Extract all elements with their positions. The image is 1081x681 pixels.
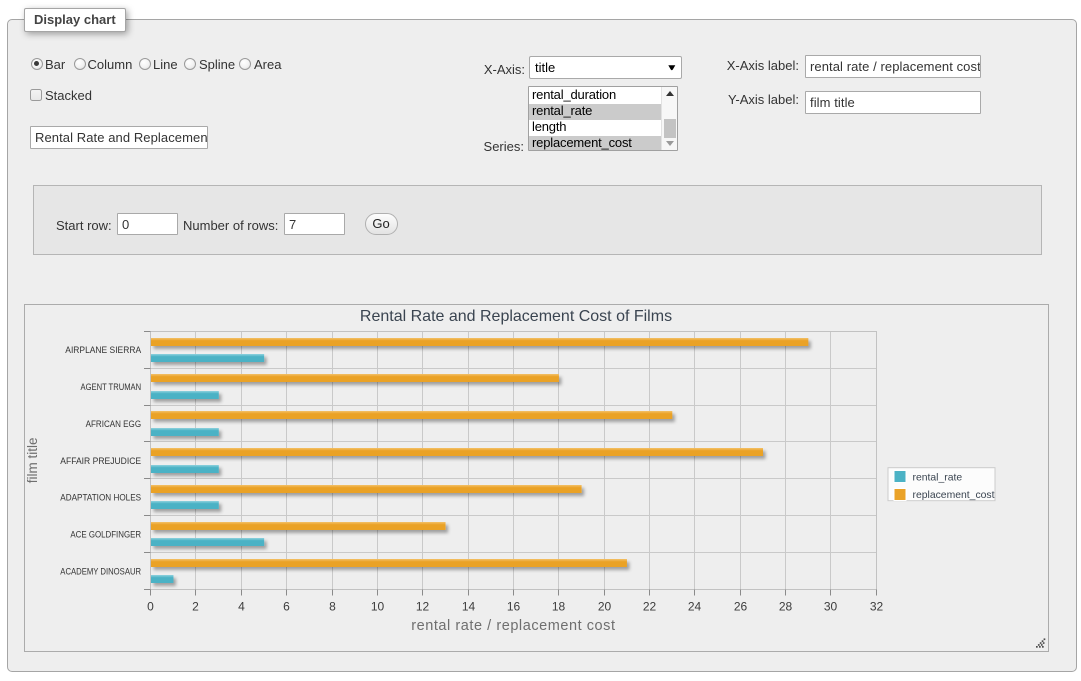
svg-text:28: 28: [779, 599, 793, 613]
svg-text:2: 2: [192, 599, 199, 613]
svg-text:rental_rate: rental_rate: [913, 472, 963, 483]
svg-text:8: 8: [329, 599, 336, 613]
svg-text:4: 4: [238, 599, 245, 613]
svg-text:26: 26: [734, 599, 748, 613]
svg-text:film title: film title: [25, 438, 40, 484]
svg-text:ACE GOLDFINGER: ACE GOLDFINGER: [70, 530, 141, 541]
svg-text:16: 16: [507, 599, 521, 613]
svg-text:AIRPLANE SIERRA: AIRPLANE SIERRA: [65, 345, 141, 356]
svg-text:32: 32: [870, 599, 884, 613]
svg-text:AFFAIR PREJUDICE: AFFAIR PREJUDICE: [60, 456, 141, 467]
svg-text:20: 20: [598, 599, 612, 613]
svg-text:ADAPTATION HOLES: ADAPTATION HOLES: [60, 493, 141, 504]
svg-text:AGENT TRUMAN: AGENT TRUMAN: [81, 382, 142, 393]
svg-text:12: 12: [416, 599, 430, 613]
svg-text:replacement_cost: replacement_cost: [913, 490, 995, 501]
svg-text:6: 6: [283, 599, 290, 613]
svg-text:0: 0: [147, 599, 154, 613]
svg-text:rental rate / replacement cost: rental rate / replacement cost: [411, 618, 615, 634]
svg-text:ACADEMY DINOSAUR: ACADEMY DINOSAUR: [60, 566, 141, 577]
svg-text:AFRICAN EGG: AFRICAN EGG: [86, 419, 142, 430]
svg-text:10: 10: [371, 599, 385, 613]
svg-text:18: 18: [552, 599, 566, 613]
svg-text:22: 22: [643, 599, 657, 613]
svg-text:30: 30: [824, 599, 838, 613]
svg-text:24: 24: [688, 599, 702, 613]
svg-text:Rental Rate and Replacement Co: Rental Rate and Replacement Cost of Film…: [360, 308, 672, 325]
svg-text:14: 14: [462, 599, 476, 613]
